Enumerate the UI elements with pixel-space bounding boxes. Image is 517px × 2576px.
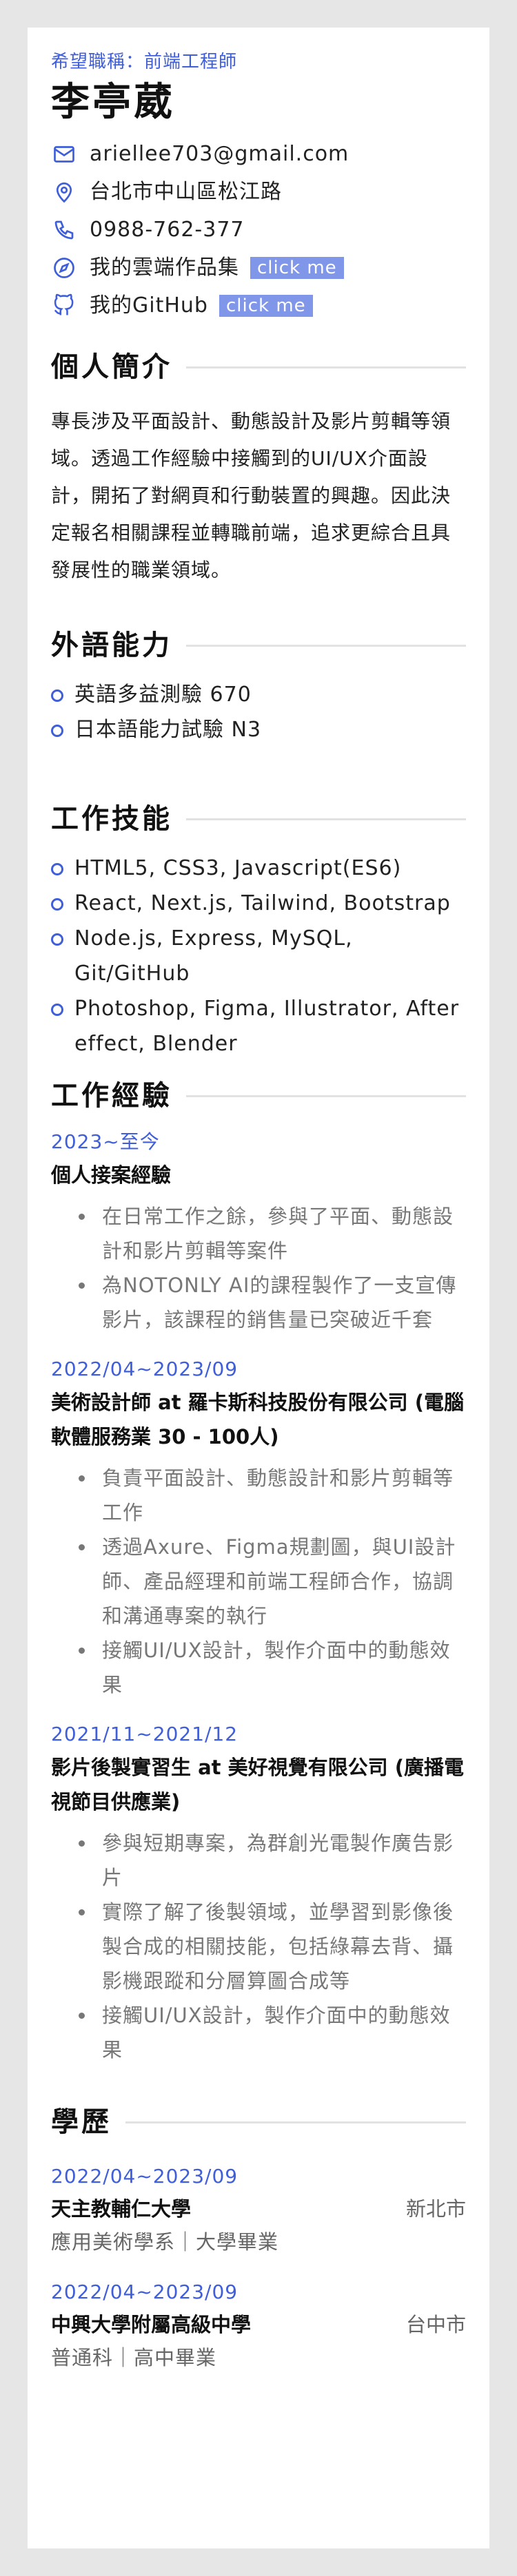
experience-section-header: 工作經驗 — [51, 1075, 466, 1116]
contact-address: 台北市中山區松江路 — [51, 173, 466, 211]
job-bullets: 負責平面設計、動態設計和影片剪輯等工作 透過Axure、Figma規劃圖，與UI… — [79, 1461, 466, 1702]
profile-text: 專長涉及平面設計、動態設計及影片剪輯等領域。透過工作經驗中接觸到的UI/UX介面… — [51, 410, 452, 581]
job-bullets: 參與短期專案，為群創光電製作廣告影片 實際了解了後製領域，並學習到影像後製合成的… — [79, 1826, 466, 2067]
list-item: 參與短期專案，為群創光電製作廣告影片 — [79, 1826, 466, 1895]
job-title: 影片後製實習生 at 美好視覺有限公司 (廣播電視節目供應業) — [51, 1756, 464, 1814]
section-divider — [186, 1094, 466, 1097]
job-entry: 2021/11~2021/12 影片後製實習生 at 美好視覺有限公司 (廣播電… — [51, 1718, 466, 2067]
contact-github: 我的GitHub click me — [51, 287, 466, 324]
person-name: 李亭葳 — [51, 80, 175, 125]
skills-section-header: 工作技能 — [51, 798, 466, 840]
section-divider — [186, 366, 466, 368]
school-city: 台中市 — [405, 2313, 466, 2336]
list-item: React, Next.js, Tailwind, Bootstrap — [51, 886, 466, 921]
list-item: Photoshop, Figma, Illustrator, After eff… — [51, 991, 466, 1061]
list-item: 日本語能力試驗 N3 — [51, 712, 466, 747]
job-bullets: 在日常工作之餘，參與了平面、動態設計和影片剪輯等案件 為NOTONLY AI的課… — [79, 1199, 466, 1337]
job-date: 2021/11~2021/12 — [51, 1723, 239, 1745]
job-date: 2022/04~2023/09 — [51, 1358, 239, 1380]
address-text: 台北市中山區松江路 — [90, 179, 282, 204]
education-date: 2022/04~2023/09 — [51, 2281, 239, 2303]
education-detail: 普通科｜高中畢業 — [51, 2346, 217, 2369]
portfolio-link[interactable]: click me — [250, 256, 344, 279]
contact-email: ariellee703@gmail.com — [51, 135, 466, 173]
education-detail: 應用美術學系｜大學畢業 — [51, 2230, 279, 2254]
list-item: HTML5, CSS3, Javascript(ES6) — [51, 851, 466, 886]
list-item: 接觸UI/UX設計，製作介面中的動態效果 — [79, 1998, 466, 2067]
section-title: 工作經驗 — [51, 1080, 172, 1112]
list-item: 為NOTONLY AI的課程製作了一支宣傳影片，該課程的銷售量已突破近千套 — [79, 1268, 466, 1337]
mail-icon — [51, 141, 77, 167]
job-entry: 2022/04~2023/09 美術設計師 at 羅卡斯科技股份有限公司 (電腦… — [51, 1353, 466, 1702]
school-city: 新北市 — [405, 2197, 466, 2221]
contact-portfolio: 我的雲端作品集 click me — [51, 249, 466, 287]
section-title: 個人簡介 — [51, 351, 172, 383]
job-date: 2023~至今 — [51, 1130, 160, 1153]
list-item: 透過Axure、Figma規劃圖，與UI設計師、產品經理和前端工程師合作，協調和… — [79, 1530, 466, 1633]
location-pin-icon — [51, 179, 77, 205]
skills-list: HTML5, CSS3, Javascript(ES6) React, Next… — [51, 851, 466, 1061]
education-date: 2022/04~2023/09 — [51, 2165, 239, 2188]
languages-list: 英語多益測驗 670 日本語能力試驗 N3 — [51, 677, 466, 747]
languages-section-header: 外語能力 — [51, 625, 466, 666]
job-title: 美術設計師 at 羅卡斯科技股份有限公司 (電腦軟體服務業 30 - 100人) — [51, 1391, 464, 1448]
list-item: 在日常工作之餘，參與了平面、動態設計和影片剪輯等案件 — [79, 1199, 466, 1268]
github-icon — [51, 293, 77, 319]
section-title: 工作技能 — [51, 803, 172, 835]
job-title: 個人接案經驗 — [51, 1163, 172, 1187]
phone-icon — [51, 217, 77, 243]
list-item: 實際了解了後製領域，並學習到影像後製合成的相關技能，包括綠幕去背、攝影機跟蹤和分… — [79, 1895, 466, 1998]
section-title: 學歷 — [51, 2106, 112, 2138]
phone-text: 0988-762-377 — [90, 217, 245, 242]
email-text: ariellee703@gmail.com — [90, 141, 349, 166]
section-divider — [186, 818, 466, 820]
education-entry: 2022/04~2023/09 中興大學附屬高級中學 台中市 普通科｜高中畢業 — [51, 2276, 466, 2374]
portfolio-label: 我的雲端作品集 — [90, 255, 239, 280]
education-section-header: 學歷 — [51, 2101, 466, 2143]
github-label: 我的GitHub — [90, 293, 208, 318]
section-title: 外語能力 — [51, 630, 172, 661]
school-name: 天主教輔仁大學 — [51, 2197, 192, 2221]
job-entry: 2023~至今 個人接案經驗 在日常工作之餘，參與了平面、動態設計和影片剪輯等案… — [51, 1126, 466, 1337]
wanted-position: 希望職稱：前端工程師 — [51, 52, 238, 72]
list-item: 接觸UI/UX設計，製作介面中的動態效果 — [79, 1633, 466, 1702]
compass-icon — [51, 255, 77, 281]
section-divider — [186, 644, 466, 647]
section-divider — [125, 2121, 466, 2123]
list-item: Node.js, Express, MySQL, Git/GitHub — [51, 921, 466, 991]
education-entry: 2022/04~2023/09 天主教輔仁大學 新北市 應用美術學系｜大學畢業 — [51, 2161, 466, 2258]
github-link[interactable]: click me — [219, 294, 313, 317]
resume-card: 希望職稱：前端工程師 李亭葳 ariellee703@gmail.com 台北市… — [28, 28, 489, 2548]
school-name: 中興大學附屬高級中學 — [51, 2313, 252, 2336]
list-item: 負責平面設計、動態設計和影片剪輯等工作 — [79, 1461, 466, 1530]
list-item: 英語多益測驗 670 — [51, 677, 466, 712]
profile-section-header: 個人簡介 — [51, 346, 466, 388]
contact-phone: 0988-762-377 — [51, 211, 466, 249]
